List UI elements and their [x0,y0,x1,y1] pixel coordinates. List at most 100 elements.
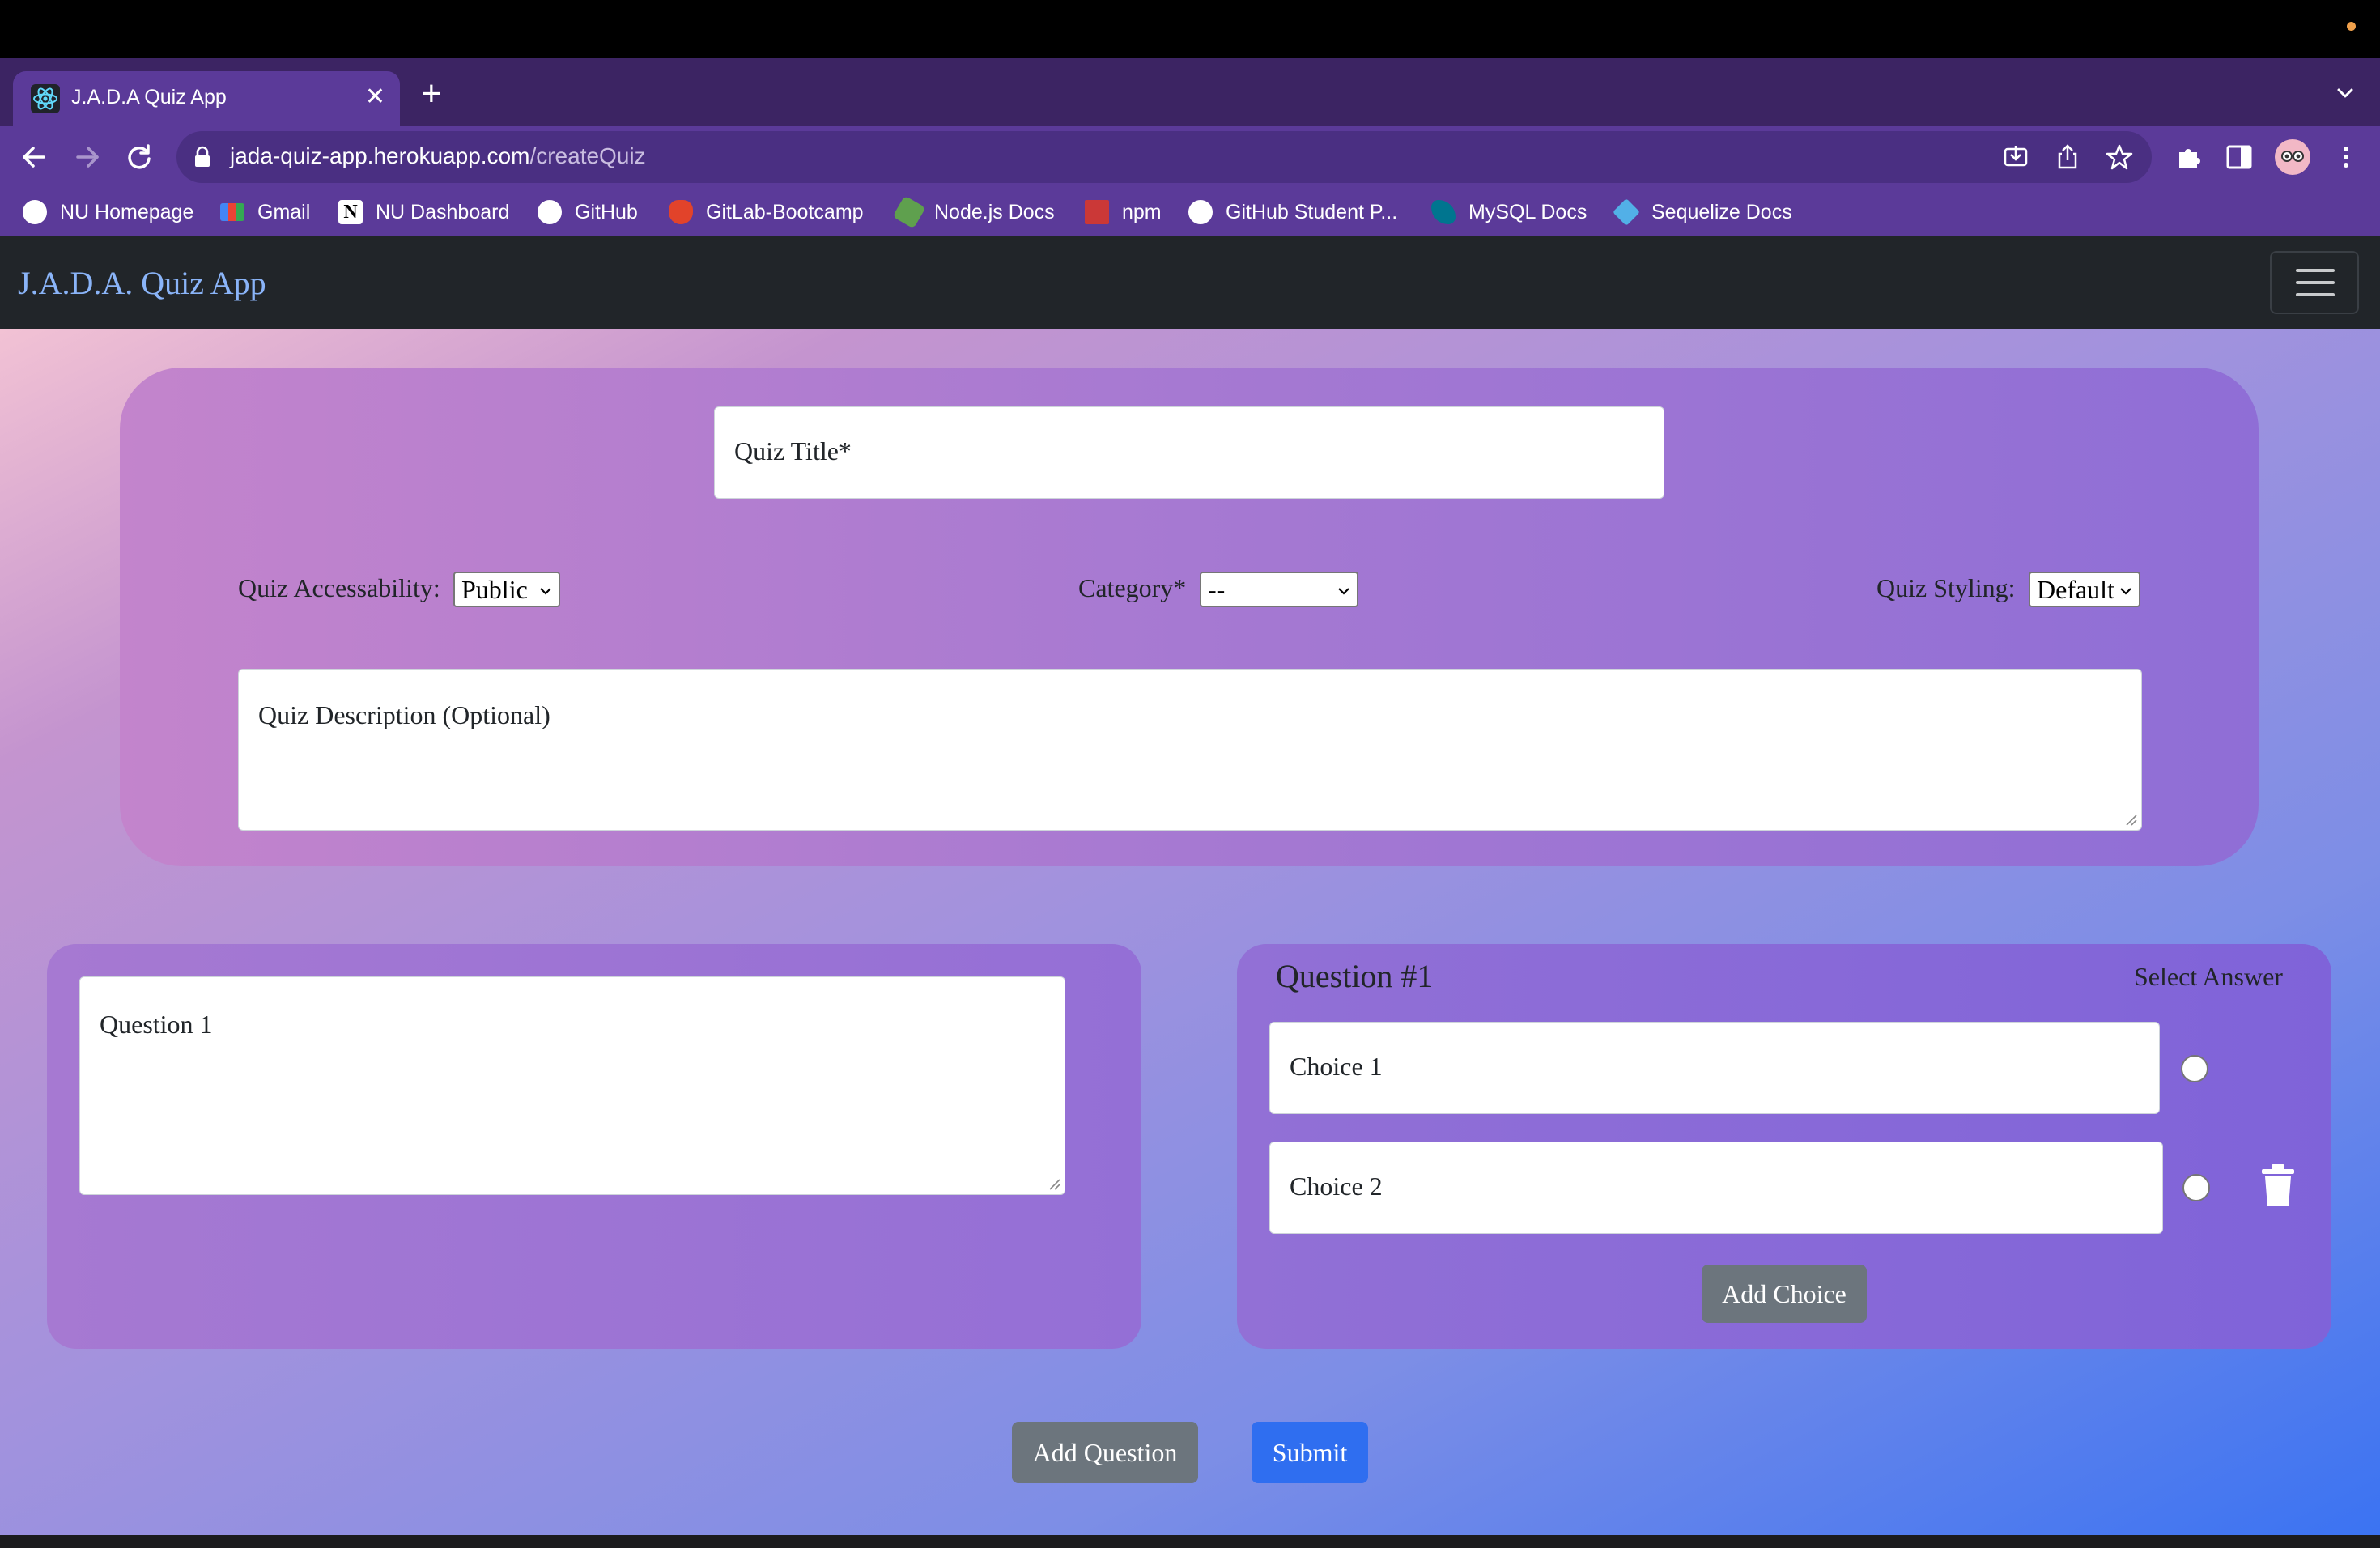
submit-button[interactable]: Submit [1252,1422,1368,1483]
browser-tab[interactable]: J.A.D.A Quiz App ✕ [13,71,400,126]
browser-toolbar: jada-quiz-app.herokuapp.com/createQuiz [0,126,2380,188]
url-text[interactable]: jada-quiz-app.herokuapp.com/createQuiz [230,143,646,169]
github-icon [538,200,562,224]
npm-icon [1085,200,1109,224]
bookmark-nu-dashboard[interactable]: N NU Dashboard [338,196,509,228]
back-arrow-icon[interactable] [16,139,52,175]
quiz-description-placeholder: Quiz Description (Optional) [258,700,550,729]
bookmark-mysql[interactable]: MySQL Docs [1431,196,1587,228]
bookmark-nodejs[interactable]: Node.js Docs [892,195,1055,229]
choice-input-2[interactable]: Choice 2 [1269,1142,2163,1234]
hamburger-icon [2296,269,2335,272]
extensions-puzzle-icon[interactable] [2173,141,2205,173]
react-favicon-icon [31,84,60,113]
resize-grip-icon[interactable] [2123,812,2138,827]
bookmark-npm[interactable]: npm [1085,196,1162,228]
bookmark-label: Node.js Docs [934,200,1055,223]
tab-title: J.A.D.A Quiz App [71,86,227,108]
resize-grip-icon[interactable] [1047,1176,1061,1191]
chevron-down-icon[interactable] [2333,81,2357,105]
bookmark-gmail[interactable]: Gmail [220,196,310,228]
question-choices-card: Question #1 Select Answer Choice 1 Choic… [1237,944,2331,1349]
add-question-label: Add Question [1032,1437,1178,1467]
accessibility-value: Public [461,575,528,604]
url-host: jada-quiz-app.herokuapp.com [230,143,530,168]
notion-icon: N [338,200,363,224]
choice-placeholder: Choice 2 [1290,1172,1383,1201]
navbar-toggler-button[interactable] [2270,251,2359,314]
app-navbar: J.A.D.A. Quiz App [0,236,2380,329]
bookmark-nu-homepage[interactable]: NU Homepage [23,196,193,228]
styling-select[interactable]: Default [2029,572,2140,607]
quiz-title-input[interactable]: Quiz Title* [714,406,1664,499]
github-icon [1188,200,1213,224]
add-choice-label: Add Choice [1722,1278,1847,1308]
more-options-icon[interactable] [2330,141,2362,173]
hamburger-icon [2296,293,2335,296]
accessibility-select[interactable]: Public [453,572,560,607]
quiz-description-textarea[interactable]: Quiz Description (Optional) [238,669,2142,831]
chevron-down-icon [540,588,551,595]
quiz-details-card: Quiz Title* Quiz Accessability: Public C… [120,368,2259,866]
os-menu-bar [0,0,2380,58]
recording-indicator-icon [2347,22,2356,31]
url-path: /createQuiz [529,143,646,168]
tab-close-icon[interactable]: ✕ [365,81,385,113]
browser-tab-strip: J.A.D.A Quiz App ✕ + [0,58,2380,126]
new-tab-button[interactable]: + [421,76,442,112]
choice-radio-1[interactable] [2181,1055,2208,1082]
reload-icon[interactable] [121,139,157,175]
bookmark-label: Gmail [257,200,311,223]
chevron-down-icon [1338,588,1349,595]
bookmark-label: GitHub Student P... [1226,200,1398,223]
globe-icon [23,200,47,224]
create-quiz-page: Quiz Title* Quiz Accessability: Public C… [0,329,2380,1535]
profile-avatar-icon[interactable] [2275,139,2310,175]
category-select[interactable]: -- [1200,572,1358,607]
bookmark-github-student[interactable]: GitHub Student P... [1188,196,1397,228]
choice-input-1[interactable]: Choice 1 [1269,1022,2160,1114]
bookmark-github[interactable]: GitHub [538,196,638,228]
bookmark-label: MySQL Docs [1468,200,1587,223]
category-value: -- [1208,575,1226,604]
install-app-icon[interactable] [2001,142,2030,172]
add-question-button[interactable]: Add Question [1012,1422,1198,1483]
bookmarks-bar: NU Homepage Gmail N NU Dashboard GitHub … [0,188,2380,236]
bookmark-label: GitHub [575,200,638,223]
gmail-icon [220,203,244,221]
bookmark-sequelize[interactable]: Sequelize Docs [1613,196,1792,228]
bookmark-gitlab[interactable]: GitLab-Bootcamp [669,196,864,228]
window-bottom-edge [0,1535,2380,1548]
nodejs-icon [892,195,926,229]
choice-radio-2[interactable] [2182,1174,2210,1201]
add-choice-button[interactable]: Add Choice [1702,1265,1867,1323]
submit-label: Submit [1272,1437,1348,1467]
web-page: J.A.D.A. Quiz App Quiz Title* Quiz Acces… [0,236,2380,1535]
side-panel-icon[interactable] [2223,141,2255,173]
bookmark-label: Sequelize Docs [1651,200,1792,223]
question-textarea[interactable]: Question 1 [79,976,1065,1195]
lock-icon[interactable] [193,146,212,168]
forward-arrow-icon[interactable] [70,139,105,175]
styling-value: Default [2037,575,2114,604]
trash-icon[interactable] [2260,1164,2296,1208]
accessibility-label: Quiz Accessability: [238,573,440,602]
bookmark-star-icon[interactable] [2105,142,2134,172]
mysql-icon [1431,200,1456,224]
choice-placeholder: Choice 1 [1290,1052,1383,1081]
bookmark-label: GitLab-Bootcamp [706,200,864,223]
bookmark-label: npm [1122,200,1162,223]
navbar-brand[interactable]: J.A.D.A. Quiz App [18,264,266,302]
question-heading: Question #1 [1276,958,1434,994]
share-icon[interactable] [2053,142,2082,172]
bookmark-label: NU Dashboard [376,200,510,223]
address-bar[interactable]: jada-quiz-app.herokuapp.com/createQuiz [176,131,2152,183]
quiz-title-placeholder: Quiz Title* [734,436,852,466]
category-label: Category* [1078,573,1187,602]
styling-label: Quiz Styling: [1876,573,2016,602]
select-answer-label: Select Answer [2134,962,2283,991]
chevron-down-icon [2120,588,2131,595]
bookmark-label: NU Homepage [60,200,194,223]
question-placeholder: Question 1 [100,1010,213,1039]
sequelize-icon [1613,198,1640,226]
